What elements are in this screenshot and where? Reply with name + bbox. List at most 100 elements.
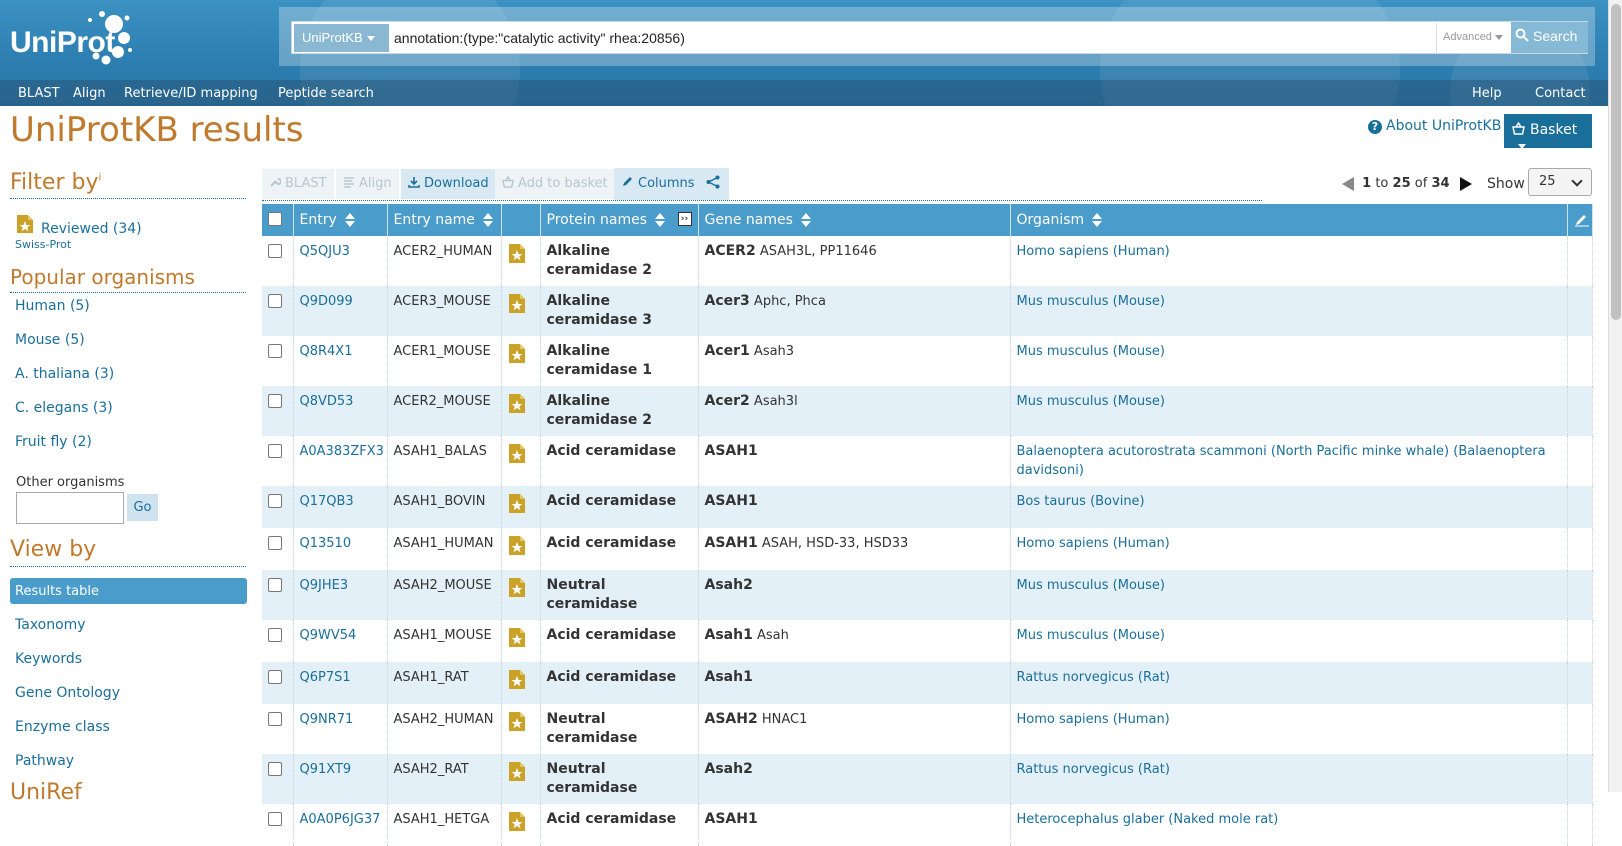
- entry-link[interactable]: A0A0P6JG37: [300, 812, 381, 827]
- entry-link[interactable]: Q13510: [300, 536, 352, 551]
- blast-button[interactable]: BLAST: [262, 169, 334, 199]
- entry-link[interactable]: Q9WV54: [300, 628, 357, 643]
- row-checkbox[interactable]: [268, 536, 282, 550]
- gene-names-cell: ASAH1: [698, 804, 1011, 846]
- uniprot-logo[interactable]: UniProt: [10, 10, 132, 66]
- nav-help[interactable]: Help: [1472, 86, 1502, 101]
- row-checkbox[interactable]: [268, 244, 282, 258]
- organism-a-thaliana[interactable]: A. thaliana (3): [15, 366, 114, 382]
- row-checkbox[interactable]: [268, 762, 282, 776]
- go-button[interactable]: Go: [127, 494, 158, 521]
- sort-icon[interactable]: [655, 213, 666, 227]
- vertical-scrollbar[interactable]: [1608, 0, 1622, 792]
- organism-link[interactable]: Mus musculus (Mouse): [1017, 578, 1166, 593]
- organism-human[interactable]: Human (5): [15, 298, 90, 314]
- organism-link[interactable]: Homo sapiens (Human): [1017, 712, 1170, 727]
- row-checkbox[interactable]: [268, 712, 282, 726]
- gene-names-cell: Acer1 Asah3: [698, 336, 1011, 386]
- basket-button[interactable]: Basket: [1504, 114, 1592, 149]
- organism-link[interactable]: Mus musculus (Mouse): [1017, 294, 1166, 309]
- columns-button[interactable]: Columns: [614, 168, 702, 200]
- view-results-table[interactable]: Results table: [10, 578, 247, 604]
- nav-retrieve-id-mapping[interactable]: Retrieve/ID mapping: [124, 86, 258, 101]
- align-button[interactable]: Align: [336, 169, 399, 199]
- column-header-entry-name[interactable]: Entry name: [387, 204, 502, 236]
- advanced-search-button[interactable]: Advanced: [1436, 23, 1510, 53]
- sort-icon[interactable]: [344, 213, 355, 227]
- search-button[interactable]: Search: [1511, 22, 1588, 53]
- add-to-basket-button[interactable]: Add to basket: [495, 169, 615, 199]
- column-header-gene-names[interactable]: Gene names: [698, 204, 1011, 236]
- organism-link[interactable]: Balaenoptera acutorostrata scammoni (Nor…: [1017, 444, 1546, 478]
- other-organisms-input[interactable]: [16, 492, 124, 524]
- entry-link[interactable]: Q9JHE3: [300, 578, 349, 593]
- sort-icon[interactable]: [800, 213, 811, 227]
- entry-cell: Q9NR71: [293, 704, 388, 754]
- row-checkbox[interactable]: [268, 344, 282, 358]
- organism-fruit-fly[interactable]: Fruit fly (2): [15, 434, 92, 450]
- entry-link[interactable]: Q9D099: [300, 294, 353, 309]
- nav-peptide-search[interactable]: Peptide search: [278, 86, 374, 101]
- view-enzyme-class[interactable]: Enzyme class: [15, 719, 110, 735]
- sort-icon[interactable]: [482, 213, 493, 227]
- about-uniprotkb-link[interactable]: ? About UniProtKB: [1368, 118, 1501, 134]
- nav-blast[interactable]: BLAST: [18, 86, 60, 101]
- organism-link[interactable]: Mus musculus (Mouse): [1017, 628, 1166, 643]
- organism-link[interactable]: Rattus norvegicus (Rat): [1017, 670, 1170, 685]
- organism-link[interactable]: Homo sapiens (Human): [1017, 244, 1170, 259]
- column-header-organism[interactable]: Organism: [1010, 204, 1568, 236]
- basket-icon: [502, 175, 514, 188]
- view-gene-ontology[interactable]: Gene Ontology: [15, 685, 120, 701]
- gene-primary: ASAH2: [704, 711, 758, 727]
- organism-mouse[interactable]: Mouse (5): [15, 332, 85, 348]
- view-taxonomy[interactable]: Taxonomy: [15, 617, 86, 633]
- expand-column-icon[interactable]: ››: [677, 212, 692, 226]
- organism-link[interactable]: Heterocephalus glaber (Naked mole rat): [1017, 812, 1279, 827]
- column-edit-header[interactable]: [1567, 204, 1593, 236]
- select-all-checkbox[interactable]: [268, 212, 282, 226]
- row-checkbox[interactable]: [268, 294, 282, 308]
- gene-synonyms: Asah: [756, 628, 789, 643]
- entry-link[interactable]: A0A383ZFX3: [300, 444, 384, 459]
- entry-link[interactable]: Q91XT9: [300, 762, 352, 777]
- column-header-protein-names[interactable]: Protein names ››: [540, 204, 699, 236]
- organism-c-elegans[interactable]: C. elegans (3): [15, 400, 113, 416]
- entry-cell: Q6P7S1: [293, 662, 388, 704]
- download-button[interactable]: Download: [401, 169, 496, 199]
- organism-link[interactable]: Rattus norvegicus (Rat): [1017, 762, 1170, 777]
- row-checkbox[interactable]: [268, 812, 282, 826]
- nav-align[interactable]: Align: [73, 86, 106, 101]
- organism-link[interactable]: Mus musculus (Mouse): [1017, 344, 1166, 359]
- row-checkbox[interactable]: [268, 670, 282, 684]
- column-header-entry[interactable]: Entry: [293, 204, 388, 236]
- row-checkbox[interactable]: [268, 628, 282, 642]
- gene-names-cell: Asah1 Asah: [698, 620, 1011, 662]
- database-select[interactable]: UniProtKB: [294, 24, 389, 52]
- row-checkbox[interactable]: [268, 444, 282, 458]
- row-checkbox[interactable]: [268, 494, 282, 508]
- entry-link[interactable]: Q17QB3: [300, 494, 354, 509]
- row-checkbox[interactable]: [268, 578, 282, 592]
- filter-reviewed[interactable]: Reviewed (34): [41, 221, 142, 237]
- organism-link[interactable]: Bos taurus (Bovine): [1017, 494, 1145, 509]
- entry-link[interactable]: Q6P7S1: [300, 670, 351, 685]
- previous-page-icon[interactable]: [1342, 176, 1354, 191]
- page-size-select[interactable]: 25: [1528, 168, 1592, 196]
- row-end-cell: [1567, 662, 1593, 704]
- organism-link[interactable]: Homo sapiens (Human): [1017, 536, 1170, 551]
- entry-link[interactable]: Q9NR71: [300, 712, 354, 727]
- organism-link[interactable]: Mus musculus (Mouse): [1017, 394, 1166, 409]
- view-pathway[interactable]: Pathway: [15, 753, 74, 769]
- entry-link[interactable]: Q8VD53: [300, 394, 354, 409]
- entry-link[interactable]: Q8R4X1: [300, 344, 353, 359]
- entry-link[interactable]: Q5QJU3: [300, 244, 350, 259]
- search-input[interactable]: [392, 22, 1397, 53]
- nav-contact[interactable]: Contact: [1535, 86, 1586, 101]
- row-checkbox[interactable]: [268, 394, 282, 408]
- filter-info-icon[interactable]: i: [98, 173, 101, 184]
- scrollbar-thumb[interactable]: [1611, 4, 1621, 320]
- share-button[interactable]: [699, 168, 729, 200]
- view-keywords[interactable]: Keywords: [15, 651, 82, 667]
- next-page-icon[interactable]: [1459, 176, 1472, 191]
- sort-icon[interactable]: [1092, 213, 1103, 227]
